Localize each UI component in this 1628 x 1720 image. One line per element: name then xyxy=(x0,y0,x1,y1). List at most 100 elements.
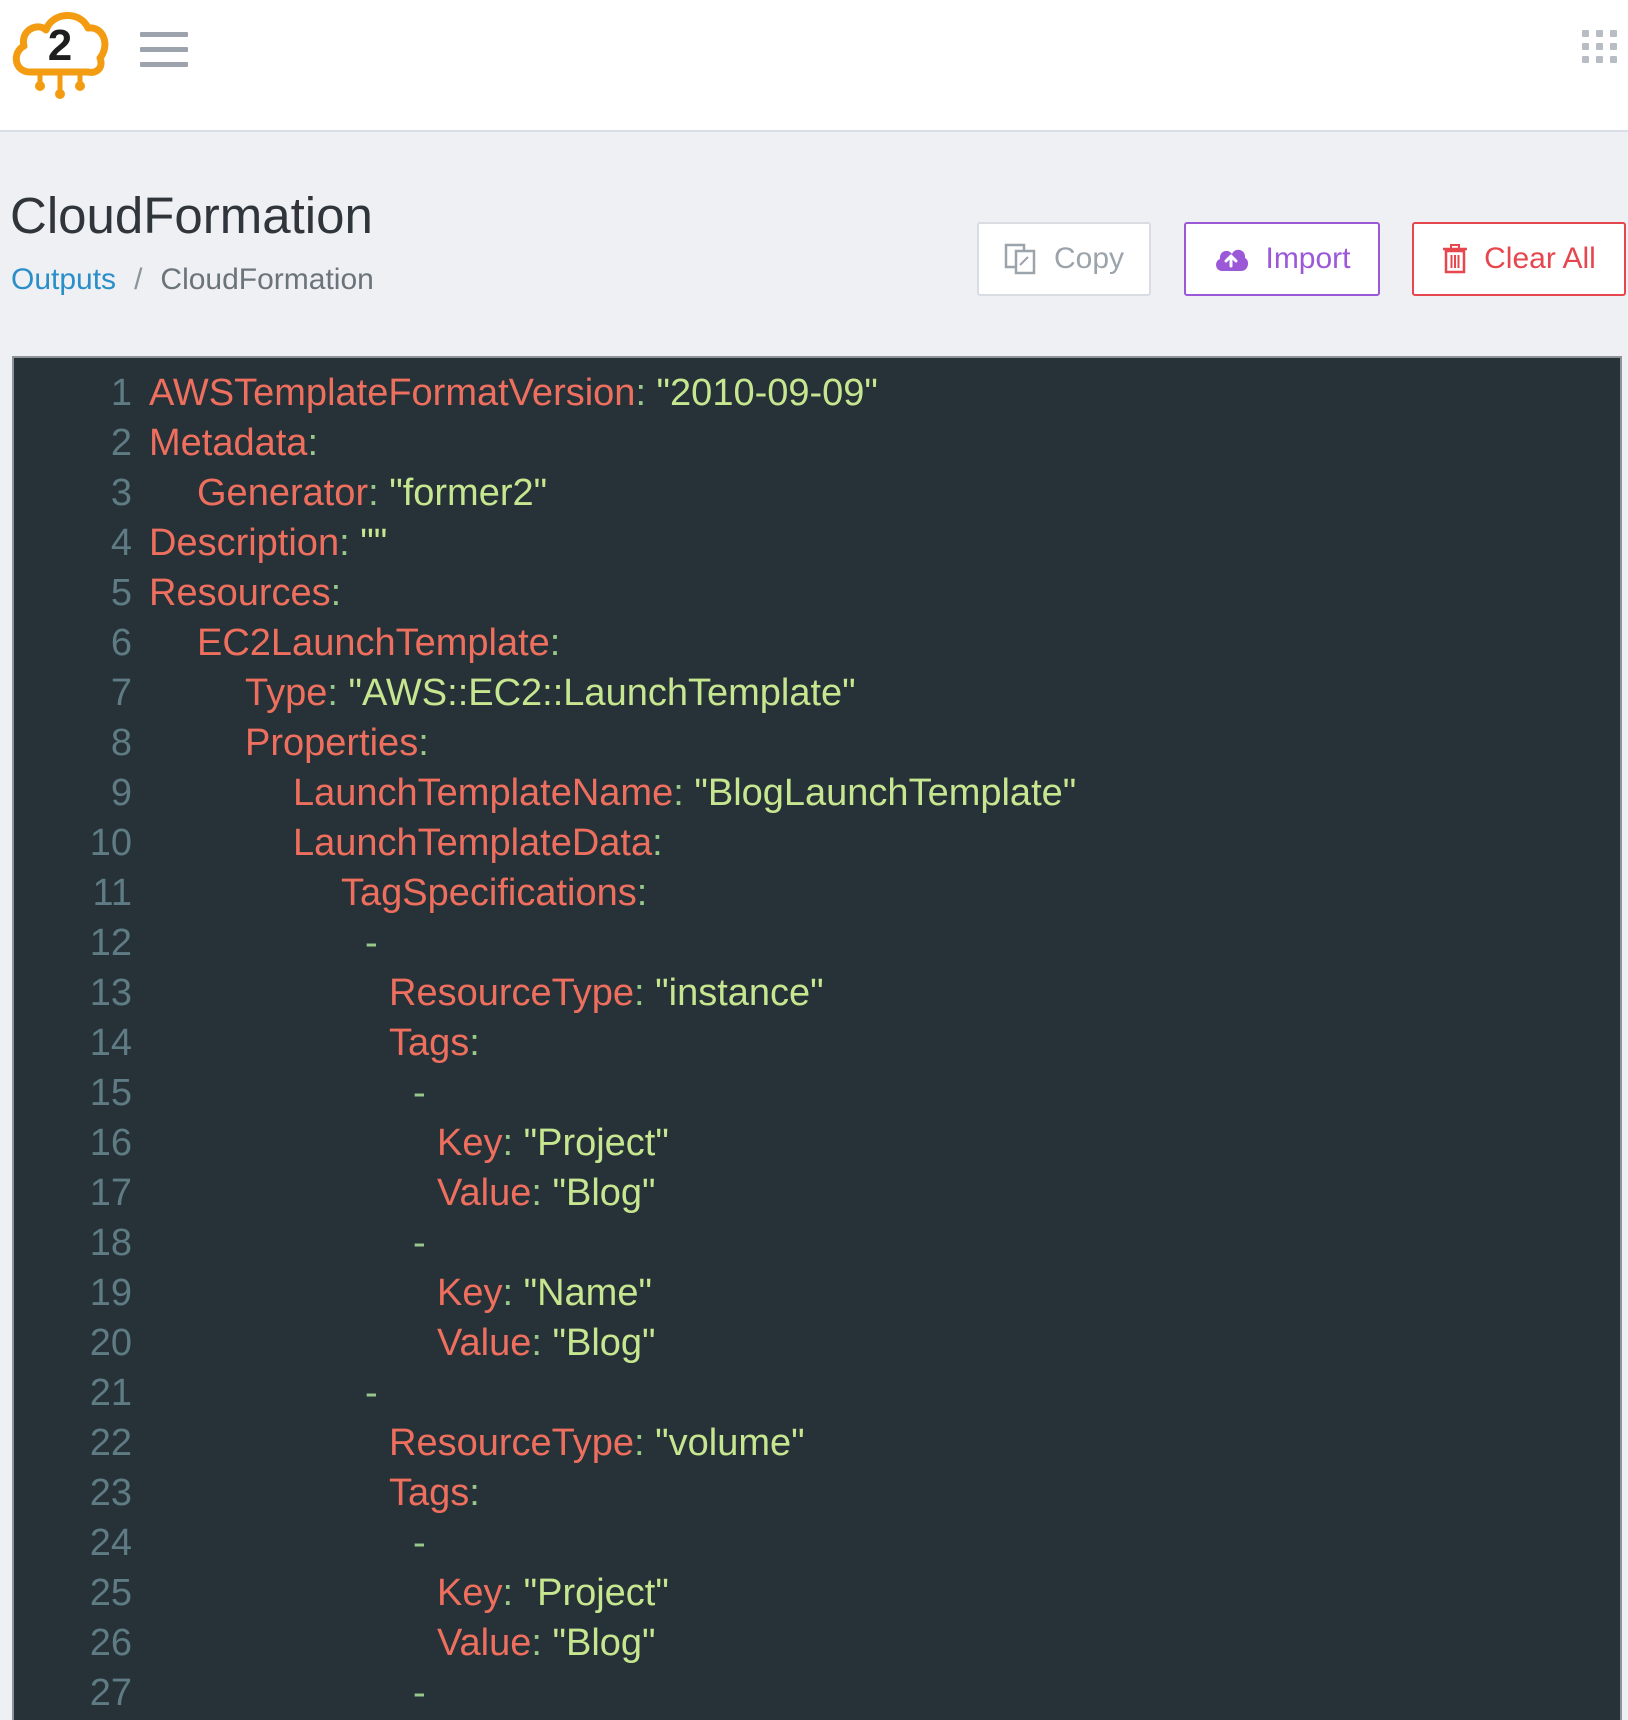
breadcrumb-current: CloudFormation xyxy=(160,263,374,296)
yaml-colon: : xyxy=(330,572,342,614)
yaml-colon: : xyxy=(502,1122,514,1164)
code-line: 4 Description: "" xyxy=(14,518,1620,568)
yaml-colon: : xyxy=(636,872,648,914)
yaml-colon: : xyxy=(502,1272,514,1314)
import-button[interactable]: Import xyxy=(1184,222,1380,296)
list-dash: - xyxy=(413,1222,426,1264)
line-number: 13 xyxy=(89,972,132,1014)
cloud-upload-icon xyxy=(1213,245,1249,273)
code-text: Key: "Project" xyxy=(437,1568,669,1618)
line-number: 22 xyxy=(89,1422,132,1464)
former2-logo-icon[interactable]: 2 xyxy=(8,2,112,102)
yaml-colon: : xyxy=(327,672,338,714)
yaml-colon: : xyxy=(418,722,429,764)
code-line: 26 Value: "Blog" xyxy=(14,1618,1620,1668)
breadcrumb-link-outputs[interactable]: Outputs xyxy=(11,263,116,296)
line-number: 3 xyxy=(110,472,132,514)
line-number: 26 xyxy=(89,1622,132,1664)
yaml-key: Value xyxy=(437,1322,532,1364)
code-line: 14 Tags: xyxy=(14,1018,1620,1068)
code-text: - xyxy=(365,918,378,968)
yaml-colon: : xyxy=(634,1422,645,1464)
code-text: Value: "Blog" xyxy=(437,1618,656,1668)
code-text: - xyxy=(413,1068,426,1118)
yaml-key: Key xyxy=(437,1122,503,1164)
code-line: 24 - xyxy=(14,1518,1620,1568)
line-number: 19 xyxy=(89,1272,132,1314)
code-text: - xyxy=(413,1518,426,1568)
breadcrumb: Outputs / CloudFormation xyxy=(11,262,374,298)
yaml-colon: : xyxy=(652,822,663,864)
line-number: 27 xyxy=(89,1672,132,1714)
line-number: 24 xyxy=(89,1522,132,1564)
line-number: 6 xyxy=(110,622,132,664)
code-text: LaunchTemplateName: "BlogLaunchTemplate" xyxy=(293,768,1076,818)
code-line: 6 EC2LaunchTemplate: xyxy=(14,618,1620,668)
yaml-key: Description xyxy=(149,522,340,564)
code-line: 11 TagSpecifications: xyxy=(14,868,1620,918)
yaml-colon: : xyxy=(531,1322,542,1364)
list-dash: - xyxy=(365,1372,378,1414)
yaml-value: "AWS::EC2::LaunchTemplate" xyxy=(337,672,856,714)
clear-all-button[interactable]: Clear All xyxy=(1412,222,1626,296)
yaml-colon: : xyxy=(634,972,645,1014)
code-line: 10 LaunchTemplateData: xyxy=(14,818,1620,868)
code-line: 13 ResourceType: "instance" xyxy=(14,968,1620,1018)
yaml-key: ResourceType xyxy=(389,972,635,1014)
yaml-value: "volume" xyxy=(644,1422,805,1464)
line-number: 21 xyxy=(89,1372,132,1414)
code-line: 17 Value: "Blog" xyxy=(14,1168,1620,1218)
line-number: 4 xyxy=(110,522,132,564)
line-number: 17 xyxy=(89,1172,132,1214)
yaml-key: EC2LaunchTemplate xyxy=(197,622,550,664)
code-line: 22 ResourceType: "volume" xyxy=(14,1418,1620,1468)
yaml-value: "instance" xyxy=(644,972,824,1014)
yaml-colon: : xyxy=(502,1572,514,1614)
yaml-key: Tags xyxy=(389,1472,470,1514)
yaml-value: "Project" xyxy=(513,1122,669,1164)
code-line: 1 AWSTemplateFormatVersion: "2010-09-09" xyxy=(14,368,1620,418)
clear-all-label: Clear All xyxy=(1484,242,1596,275)
breadcrumb-separator: / xyxy=(134,263,143,296)
yaml-key: Properties xyxy=(245,722,419,764)
code-line: 19 Key: "Name" xyxy=(14,1268,1620,1318)
code-line: 2 Metadata: xyxy=(14,418,1620,468)
yaml-value: "BlogLaunchTemplate" xyxy=(683,772,1077,814)
yaml-value: "Project" xyxy=(513,1572,669,1614)
import-label: Import xyxy=(1265,242,1351,275)
code-line: 3 Generator: "former2" xyxy=(14,468,1620,518)
code-text: LaunchTemplateData: xyxy=(293,818,663,868)
trash-icon xyxy=(1442,244,1468,274)
line-number: 15 xyxy=(89,1072,132,1114)
code-text: - xyxy=(413,1668,426,1718)
code-text: AWSTemplateFormatVersion: "2010-09-09" xyxy=(149,368,878,418)
copy-label: Copy xyxy=(1053,242,1125,275)
line-number: 25 xyxy=(89,1572,132,1614)
code-text: Tags: xyxy=(389,1018,480,1068)
yaml-key: Resources xyxy=(149,572,331,614)
line-number: 8 xyxy=(110,722,132,764)
code-text: Generator: "former2" xyxy=(197,468,547,518)
yaml-key: Tags xyxy=(389,1022,470,1064)
list-dash: - xyxy=(413,1522,426,1564)
yaml-value: "Name" xyxy=(513,1272,652,1314)
code-line: 16 Key: "Project" xyxy=(14,1118,1620,1168)
line-number: 18 xyxy=(89,1222,132,1264)
list-dash: - xyxy=(365,922,378,964)
code-text: Type: "AWS::EC2::LaunchTemplate" xyxy=(245,668,856,718)
code-line: 23 Tags: xyxy=(14,1468,1620,1518)
copy-button[interactable]: Copy xyxy=(977,222,1151,296)
code-text: ResourceType: "instance" xyxy=(389,968,824,1018)
code-text: ResourceType: "volume" xyxy=(389,1418,805,1468)
yaml-key: Metadata xyxy=(149,422,308,464)
logo-text: 2 xyxy=(48,21,72,70)
code-line: 12 - xyxy=(14,918,1620,968)
code-line: 21 - xyxy=(14,1368,1620,1418)
apps-grid-icon[interactable] xyxy=(1582,30,1628,70)
yaml-value: "2010-09-09" xyxy=(646,372,878,414)
code-editor[interactable]: 1 AWSTemplateFormatVersion: "2010-09-09" 2… xyxy=(12,356,1622,1720)
yaml-key: Value xyxy=(437,1172,532,1214)
code-line: 18 - xyxy=(14,1218,1620,1268)
list-dash: - xyxy=(413,1072,426,1114)
hamburger-menu-icon[interactable] xyxy=(140,32,188,72)
